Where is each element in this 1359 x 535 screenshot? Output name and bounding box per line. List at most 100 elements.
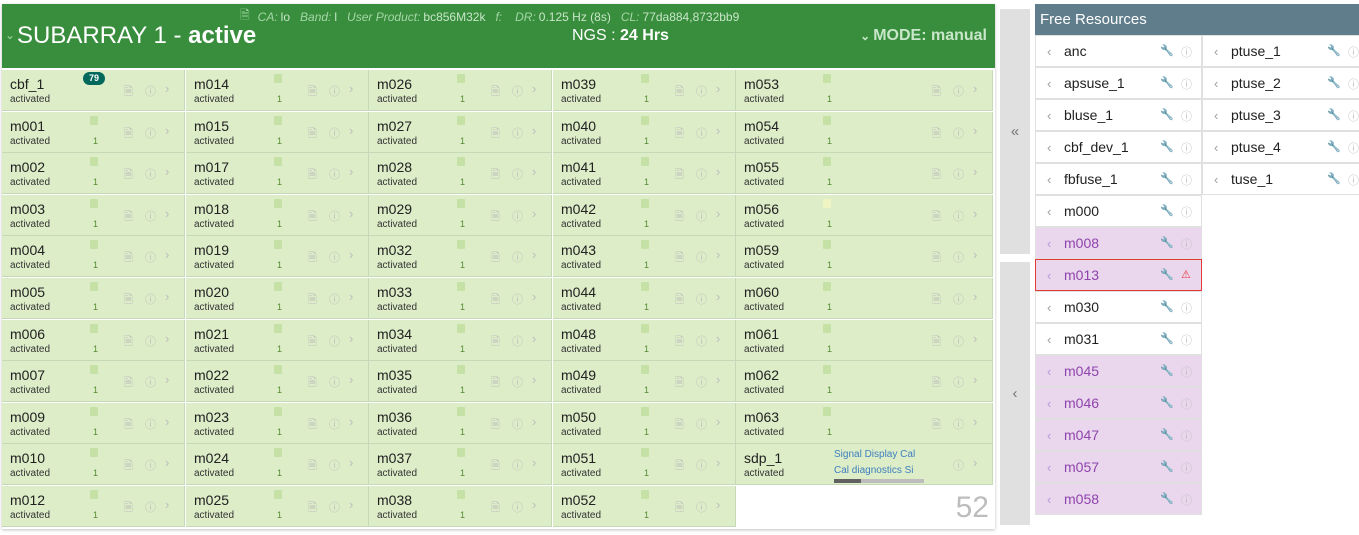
document-icon[interactable]: 🗎	[308, 125, 317, 144]
document-icon[interactable]: 🗎	[932, 83, 941, 102]
chevron-right-icon[interactable]: ›	[532, 81, 536, 96]
document-icon[interactable]: 🗎	[124, 125, 133, 144]
resource-cell-m038[interactable]: m038 activated 1 🗎 ⓘ ›	[369, 486, 552, 527]
resource-cell-m028[interactable]: m028 activated 1 🗎 ⓘ ›	[369, 153, 552, 195]
chevron-right-icon[interactable]: ›	[716, 497, 720, 512]
chevron-right-icon[interactable]: ›	[716, 289, 720, 304]
wrench-icon[interactable]: 🔧	[1160, 108, 1174, 121]
info-icon[interactable]: ⓘ	[1181, 332, 1192, 348]
free-resource-m046[interactable]: ‹ m046 🔧 ⓘ	[1035, 387, 1202, 419]
chevron-right-icon[interactable]: ›	[973, 123, 977, 138]
sdp-link[interactable]: Cal	[900, 449, 915, 460]
chevron-left-icon[interactable]: ‹	[1214, 172, 1218, 187]
resource-cell-m055[interactable]: m055 activated 1 🗎 ⓘ ›	[736, 153, 993, 195]
resource-cell-m053[interactable]: m053 activated 1 🗎 ⓘ ›	[736, 70, 993, 111]
info-icon[interactable]: ⓘ	[1181, 140, 1192, 156]
chevron-right-icon[interactable]: ›	[716, 247, 720, 262]
document-icon[interactable]: 🗎	[124, 374, 133, 393]
chevron-left-icon[interactable]: ‹	[1214, 140, 1218, 155]
info-icon[interactable]: ⓘ	[696, 416, 707, 432]
info-icon[interactable]: ⓘ	[696, 166, 707, 182]
sdp-link[interactable]: Cal diagnostics	[834, 465, 902, 476]
document-icon[interactable]: 🗎	[675, 249, 684, 268]
info-icon[interactable]: ⓘ	[1181, 396, 1192, 412]
chevron-left-icon[interactable]: ‹	[1214, 76, 1218, 91]
wrench-icon[interactable]: 🔧	[1160, 44, 1174, 57]
info-icon[interactable]: ⓘ	[512, 374, 523, 390]
resource-cell-m015[interactable]: m015 activated 1 🗎 ⓘ ›	[186, 111, 369, 153]
info-icon[interactable]: ⓘ	[512, 291, 523, 307]
document-icon[interactable]: 🗎	[491, 208, 500, 227]
document-icon[interactable]: 🗎	[675, 416, 684, 435]
chevron-right-icon[interactable]: ›	[349, 247, 353, 262]
chevron-left-icon[interactable]: ‹	[1047, 44, 1051, 59]
info-icon[interactable]: ⓘ	[329, 125, 340, 141]
wrench-icon[interactable]: 🔧	[1160, 492, 1174, 505]
resource-cell-m014[interactable]: m014 activated 1 🗎 ⓘ ›	[186, 70, 369, 111]
wrench-icon[interactable]: 🔧	[1327, 108, 1341, 121]
resource-cell-m050[interactable]: m050 activated 1 🗎 ⓘ ›	[553, 402, 736, 444]
resource-cell-m017[interactable]: m017 activated 1 🗎 ⓘ ›	[186, 153, 369, 195]
chevron-right-icon[interactable]: ›	[165, 123, 169, 138]
info-icon[interactable]: ⓘ	[329, 333, 340, 349]
document-icon[interactable]: 🗎	[308, 499, 317, 518]
chevron-left-icon[interactable]: ‹	[1047, 76, 1051, 91]
free-resource-m030[interactable]: ‹ m030 🔧 ⓘ	[1035, 291, 1202, 323]
chevron-right-icon[interactable]: ›	[973, 414, 977, 429]
resource-cell-m056[interactable]: m056 activated 1 🗎 ⓘ ›	[736, 194, 993, 236]
free-resource-m047[interactable]: ‹ m047 🔧 ⓘ	[1035, 419, 1202, 451]
chevron-right-icon[interactable]: ›	[349, 81, 353, 96]
document-icon[interactable]: 🗎	[124, 208, 133, 227]
document-icon[interactable]: 🗎	[308, 249, 317, 268]
chevron-right-icon[interactable]: ›	[716, 206, 720, 221]
resource-cell-m061[interactable]: m061 activated 1 🗎 ⓘ ›	[736, 319, 993, 361]
info-icon[interactable]: ⓘ	[329, 374, 340, 390]
document-icon[interactable]: 🗎	[932, 125, 941, 144]
wrench-icon[interactable]: 🔧	[1160, 364, 1174, 377]
resource-cell-m044[interactable]: m044 activated 1 🗎 ⓘ ›	[553, 278, 736, 319]
resource-cell-m035[interactable]: m035 activated 1 🗎 ⓘ ›	[369, 361, 552, 403]
info-icon[interactable]: ⓘ	[696, 83, 707, 99]
chevron-right-icon[interactable]: ›	[349, 497, 353, 512]
chevron-left-icon[interactable]: ‹	[1047, 396, 1051, 411]
chevron-right-icon[interactable]: ›	[532, 123, 536, 138]
chevron-right-icon[interactable]: ›	[532, 164, 536, 179]
free-resource-m008[interactable]: ‹ m008 🔧 ⓘ	[1035, 227, 1202, 259]
chevron-right-icon[interactable]: ›	[349, 164, 353, 179]
info-icon[interactable]: ⓘ	[1348, 44, 1359, 60]
chevron-right-icon[interactable]: ›	[165, 455, 169, 470]
info-icon[interactable]: ⓘ	[512, 499, 523, 515]
document-icon[interactable]: 🗎	[932, 333, 941, 352]
free-resource-ptuse_4[interactable]: ‹ ptuse_4 🔧 ⓘ	[1202, 131, 1359, 163]
info-icon[interactable]: ⓘ	[145, 249, 156, 265]
chevron-right-icon[interactable]: ›	[349, 123, 353, 138]
chevron-right-icon[interactable]: ›	[716, 455, 720, 470]
resource-cell-m010[interactable]: m010 activated 1 🗎 ⓘ ›	[2, 444, 185, 486]
chevron-left-icon[interactable]: ‹	[1047, 332, 1051, 347]
info-icon[interactable]: ⓘ	[696, 457, 707, 473]
info-icon[interactable]: ⓘ	[1181, 76, 1192, 92]
document-icon[interactable]: 🗎	[491, 416, 500, 435]
info-icon[interactable]: ⓘ	[696, 125, 707, 141]
free-resource-tuse_1[interactable]: ‹ tuse_1 🔧 ⓘ	[1202, 163, 1359, 195]
free-resource-ptuse_1[interactable]: ‹ ptuse_1 🔧 ⓘ	[1202, 35, 1359, 67]
info-icon[interactable]: ⓘ	[512, 166, 523, 182]
chevron-right-icon[interactable]: ›	[532, 372, 536, 387]
info-icon[interactable]: ⓘ	[512, 208, 523, 224]
free-resource-m058[interactable]: ‹ m058 🔧 ⓘ	[1035, 483, 1202, 515]
free-resource-m045[interactable]: ‹ m045 🔧 ⓘ	[1035, 355, 1202, 387]
resource-cell-m018[interactable]: m018 activated 1 🗎 ⓘ ›	[186, 194, 369, 236]
info-icon[interactable]: ⓘ	[953, 208, 964, 224]
document-icon[interactable]: 🗎	[491, 333, 500, 352]
chevron-right-icon[interactable]: ›	[973, 331, 977, 346]
resource-cell-m036[interactable]: m036 activated 1 🗎 ⓘ ›	[369, 402, 552, 444]
wrench-icon[interactable]: 🔧	[1160, 396, 1174, 409]
resource-cell-m029[interactable]: m029 activated 1 🗎 ⓘ ›	[369, 194, 552, 236]
document-icon[interactable]: 🗎	[932, 416, 941, 435]
document-icon[interactable]: 🗎	[932, 374, 941, 393]
info-icon[interactable]: ⓘ	[1181, 204, 1192, 220]
info-icon[interactable]: ⓘ	[512, 249, 523, 265]
document-icon[interactable]: 🗎	[124, 333, 133, 352]
info-icon[interactable]: ⓘ	[953, 416, 964, 432]
chevron-left-icon[interactable]: ‹	[1047, 236, 1051, 251]
